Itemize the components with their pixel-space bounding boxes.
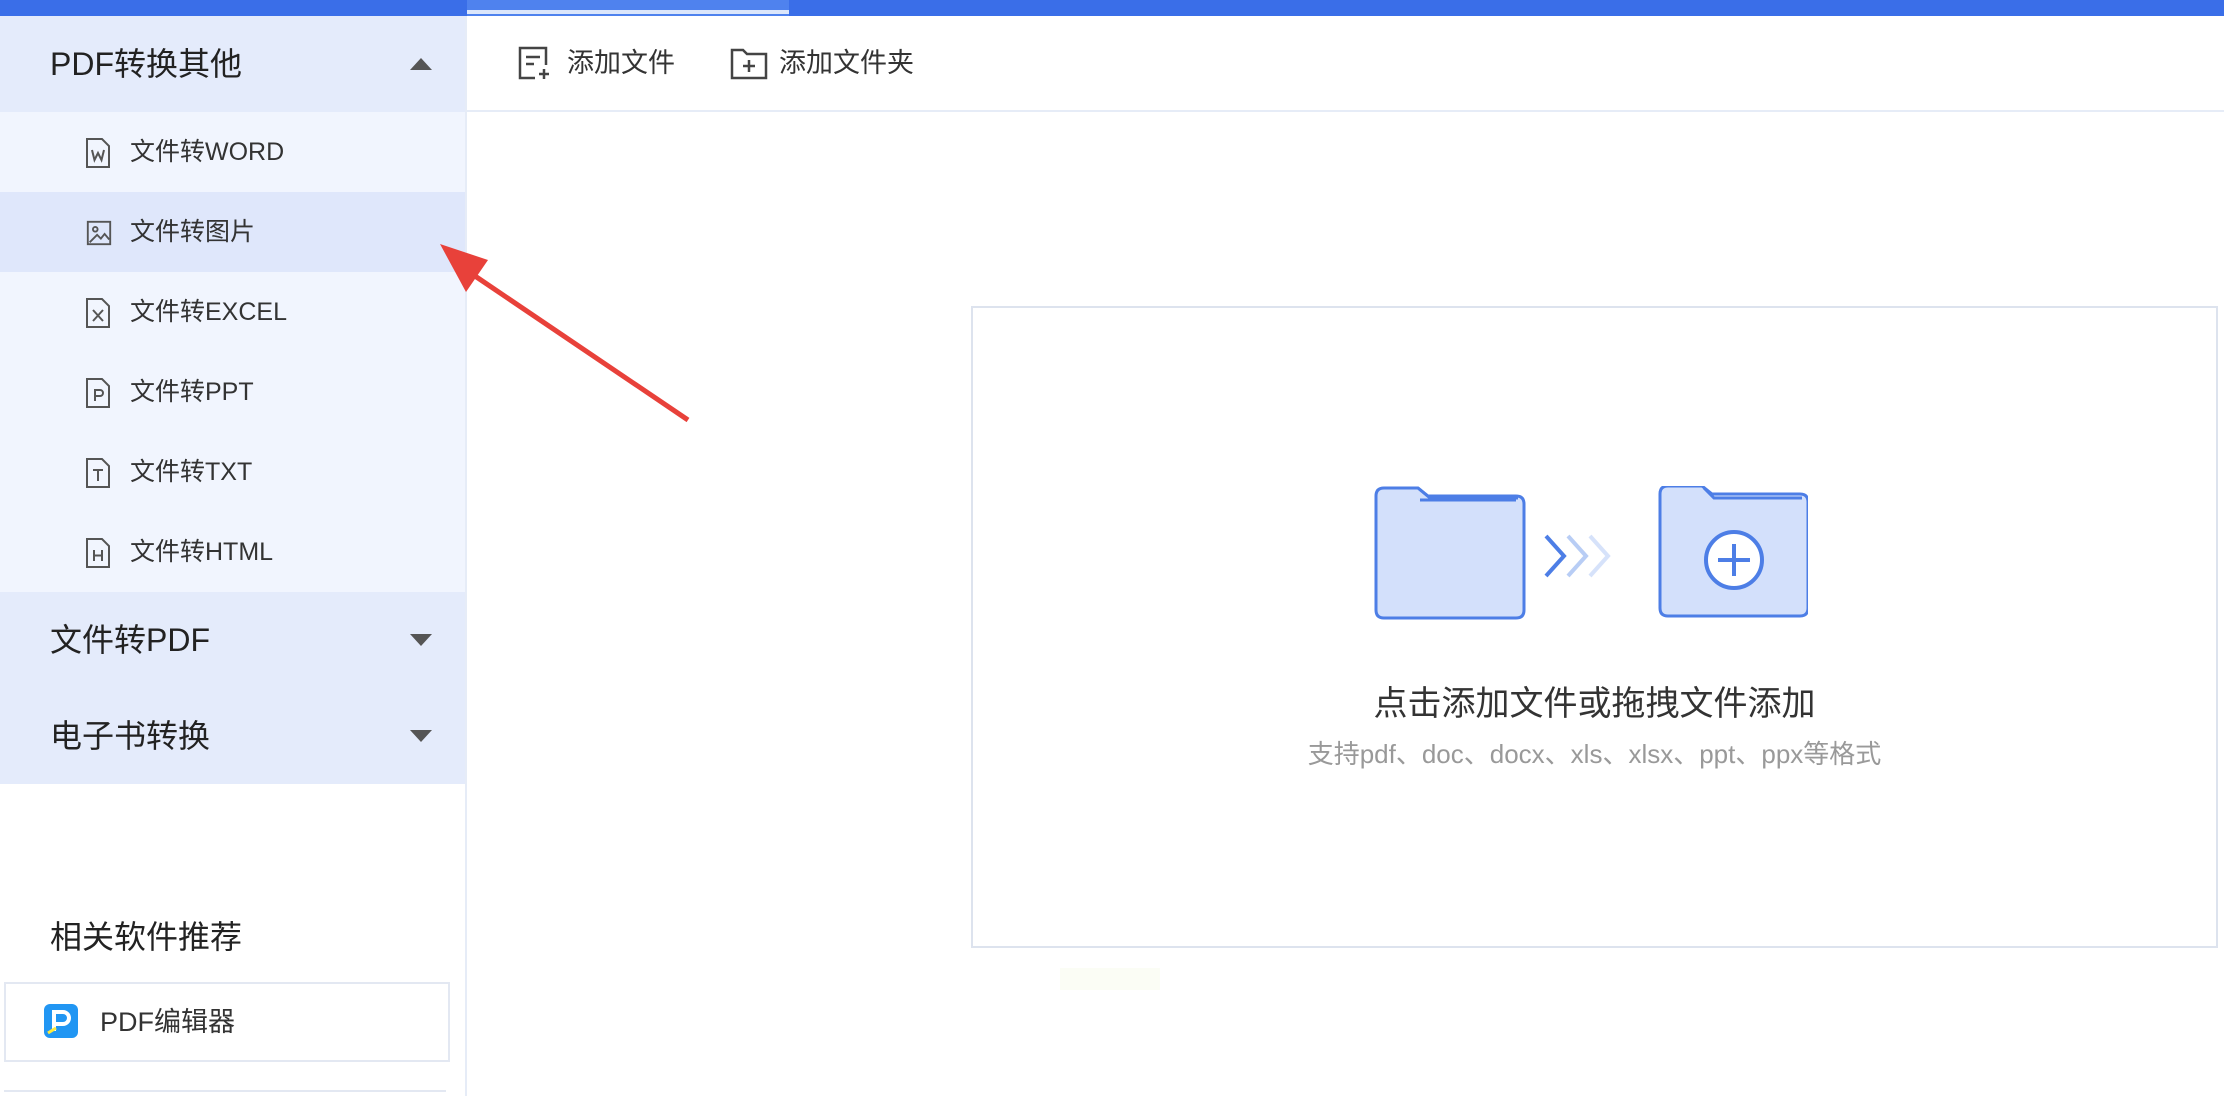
sidebar-item-to-ppt[interactable]: 文件转PPT [0,352,465,432]
sidebar-group-file-to-pdf[interactable]: 文件转PDF [0,592,465,688]
excel-file-icon [86,298,110,328]
faint-highlight [1060,968,1160,990]
recommend-item-label: PDF编辑器 [100,1007,235,1037]
sidebar-group-label: 文件转PDF [50,622,211,658]
add-file-button[interactable]: 添加文件 [517,16,697,110]
sidebar-item-to-image[interactable]: 文件转图片 [0,192,465,272]
top-accent-bar [0,0,2224,16]
add-file-label: 添加文件 [567,48,675,78]
pdf-editor-logo-icon [44,1004,78,1038]
sidebar-item-to-html[interactable]: 文件转HTML [0,512,465,592]
sidebar-item-label: 文件转EXCEL [130,298,287,326]
target-folder-icon [1658,486,1808,618]
txt-file-icon [86,458,110,488]
recommend-item-pdf-editor[interactable]: PDF编辑器 [4,982,450,1062]
collapse-arrow-icon[interactable] [410,58,432,70]
sidebar-item-label: 文件转TXT [130,458,253,486]
sidebar-item-to-word[interactable]: 文件转WORD [0,112,465,192]
drop-zone-title: 点击添加文件或拖拽文件添加 [1373,685,1816,723]
sidebar-submenu: 文件转WORD 文件转图片 文件转EXCEL 文件转PPT 文件转TXT 文件转… [0,112,465,592]
sidebar-item-to-excel[interactable]: 文件转EXCEL [0,272,465,352]
add-folder-label: 添加文件夹 [779,48,914,78]
add-file-icon [518,46,549,80]
sidebar-item-label: 文件转HTML [130,538,274,566]
toolbar: 添加文件 添加文件夹 [467,16,2224,112]
source-folder-icon [1374,486,1526,620]
add-folder-button[interactable]: 添加文件夹 [729,16,949,110]
expand-arrow-icon[interactable] [410,730,432,742]
sidebar-group-pdf-to-other[interactable]: PDF转换其他 [0,16,465,112]
sidebar-item-label: 文件转图片 [130,218,256,246]
sidebar-item-to-txt[interactable]: 文件转TXT [0,432,465,512]
html-file-icon [86,538,110,568]
drop-zone-subtitle: 支持pdf、doc、docx、xls、xlsx、ppt、ppx等格式 [1307,739,1882,769]
recommend-title: 相关软件推荐 [50,919,243,955]
folder-transfer-illustration [1374,486,1808,620]
sidebar-item-label: 文件转WORD [130,138,285,166]
sidebar-group-label: PDF转换其他 [50,46,243,82]
active-tab-underline [467,10,789,14]
word-file-icon [86,138,110,168]
sidebar-item-label: 文件转PPT [130,378,254,406]
file-drop-zone[interactable]: 点击添加文件或拖拽文件添加 支持pdf、doc、docx、xls、xlsx、pp… [971,306,2218,948]
image-file-icon [86,220,112,246]
expand-arrow-icon[interactable] [410,634,432,646]
sidebar-group-ebook[interactable]: 电子书转换 [0,688,465,784]
add-folder-icon [730,48,768,80]
ppt-file-icon [86,378,110,408]
recommend-item-next-edge [4,1090,446,1098]
sidebar-group-label: 电子书转换 [50,718,211,754]
